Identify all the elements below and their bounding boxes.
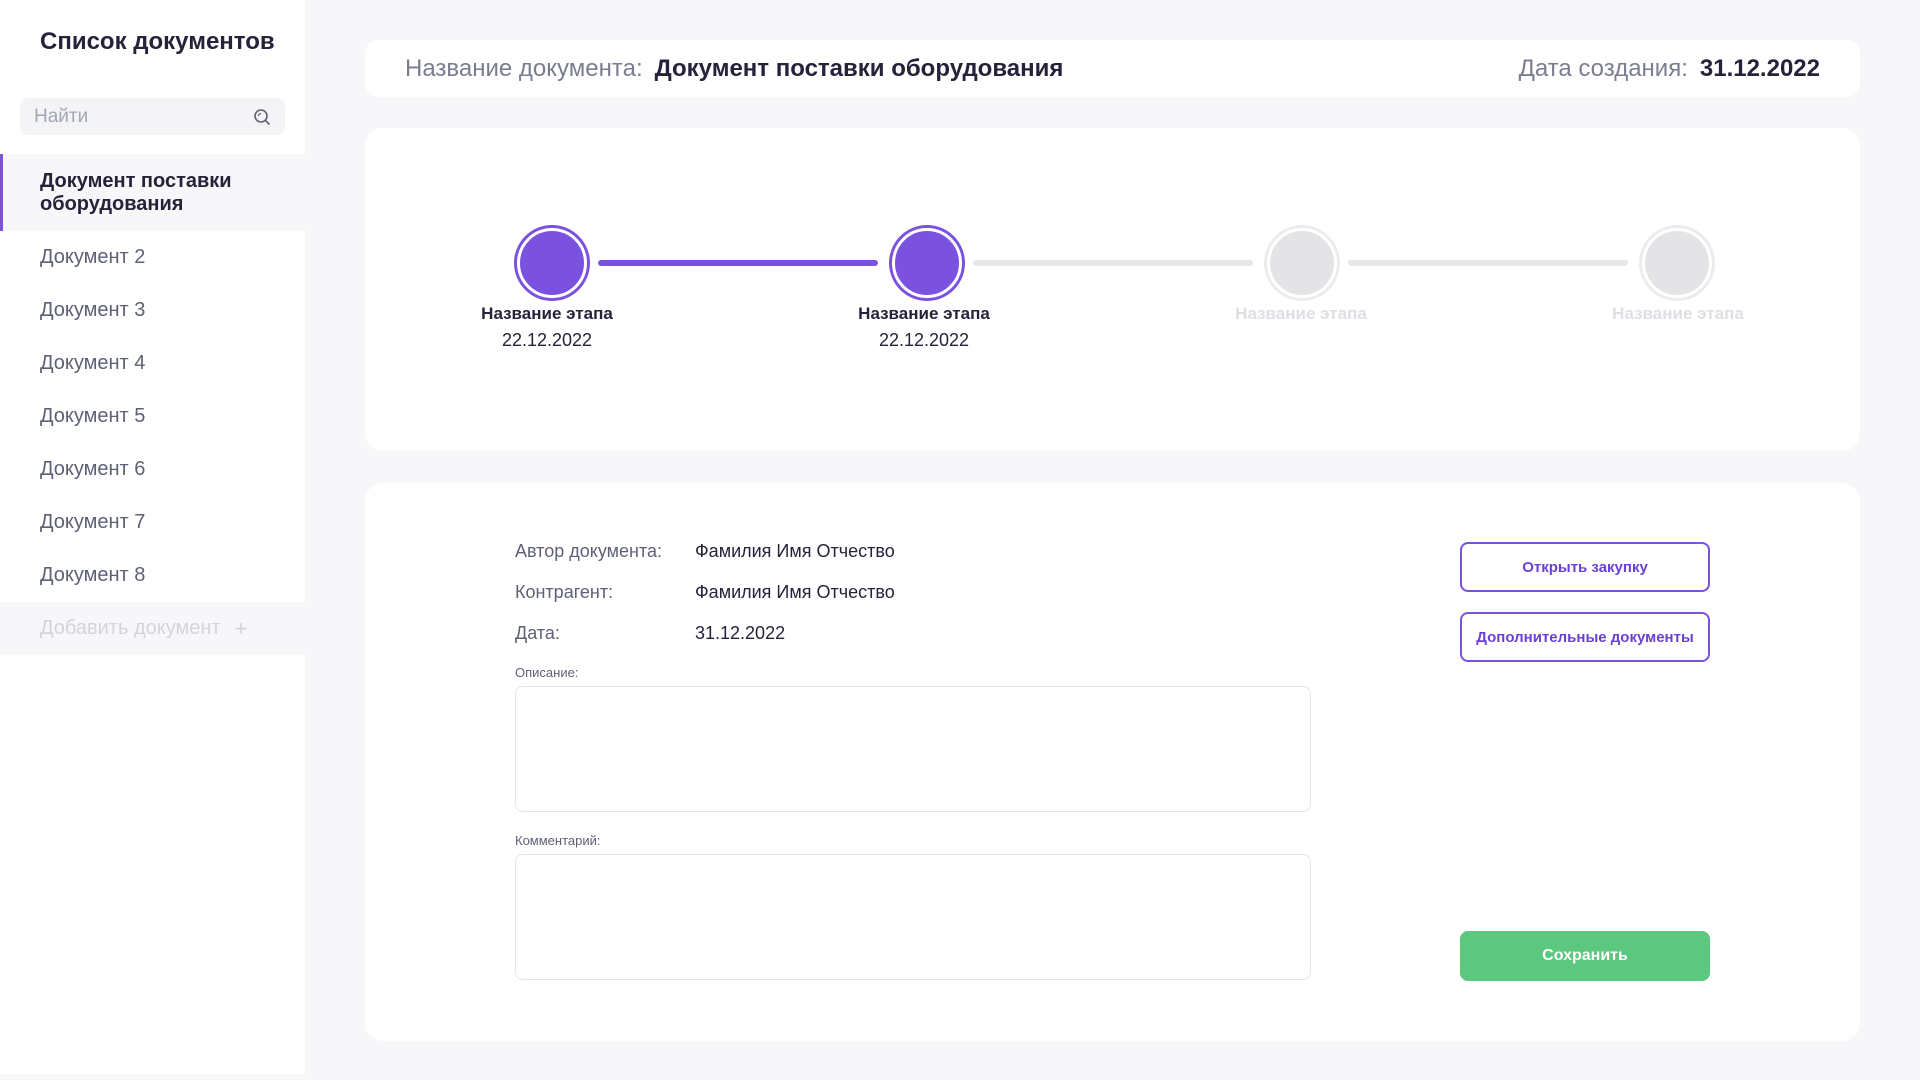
document-item[interactable]: Документ 3 xyxy=(0,284,305,337)
creation-date-label: Дата создания: xyxy=(1518,54,1688,82)
stage-4-label: Название этапа xyxy=(1612,304,1744,323)
document-item[interactable]: Документ 5 xyxy=(0,390,305,443)
stepper-connector-pending xyxy=(1348,260,1628,266)
comment-label: Комментарий: xyxy=(515,833,601,848)
add-document-button[interactable]: Добавить документ + xyxy=(0,602,305,655)
additional-documents-button[interactable]: Дополнительные документы xyxy=(1460,612,1710,662)
document-name-value: Документ поставки оборудования xyxy=(654,54,1064,82)
comment-field[interactable] xyxy=(515,854,1311,980)
date-row: Дата: 31.12.2022 xyxy=(515,623,785,644)
search-input[interactable] xyxy=(34,105,247,128)
date-label: Дата: xyxy=(515,623,560,643)
creation-date-group: Дата создания: 31.12.2022 xyxy=(1519,55,1820,83)
stepper-connector-done xyxy=(598,260,878,266)
plus-icon: + xyxy=(234,615,248,641)
stage-1-label: Название этапа xyxy=(481,304,613,323)
counterparty-row: Контрагент: Фамилия Имя Отчество xyxy=(515,582,895,603)
sidebar: Список документов Документ поставки обор… xyxy=(0,0,305,1074)
stage-3-marker[interactable] xyxy=(1267,228,1337,298)
stage-2-date: 22.12.2022 xyxy=(878,330,970,350)
document-item[interactable]: Документ 2 xyxy=(0,231,305,284)
stage-3-label: Название этапа xyxy=(1235,304,1367,323)
stepper-connector-pending xyxy=(973,260,1253,266)
document-details: Автор документа: Фамилия Имя Отчество Ко… xyxy=(365,483,1860,1041)
document-item[interactable]: Документ 7 xyxy=(0,496,305,549)
document-item[interactable]: Документ 8 xyxy=(0,549,305,602)
document-name-group: Название документа: Документ поставки об… xyxy=(405,55,1063,83)
stage-stepper: Название этапа 22.12.2022 Название этапа… xyxy=(365,128,1860,451)
counterparty-label: Контрагент: xyxy=(515,582,614,602)
stage-1-marker[interactable] xyxy=(517,228,587,298)
document-list: Документ поставки оборудования Документ … xyxy=(0,154,305,655)
document-header: Название документа: Документ поставки об… xyxy=(365,40,1860,97)
stage-4-marker[interactable] xyxy=(1642,228,1712,298)
stage-2-marker[interactable] xyxy=(892,228,962,298)
open-purchase-button[interactable]: Открыть закупку xyxy=(1460,542,1710,592)
counterparty-value: Фамилия Имя Отчество xyxy=(695,582,895,602)
search-box[interactable] xyxy=(20,98,285,135)
author-label: Автор документа: xyxy=(515,541,663,561)
save-button[interactable]: Сохранить xyxy=(1460,931,1710,981)
author-row: Автор документа: Фамилия Имя Отчество xyxy=(515,541,895,562)
creation-date-value: 31.12.2022 xyxy=(1699,54,1820,82)
date-value: 31.12.2022 xyxy=(695,623,786,643)
stage-1-date: 22.12.2022 xyxy=(501,330,593,350)
stage-2-label: Название этапа xyxy=(858,304,990,323)
document-item-active[interactable]: Документ поставки оборудования xyxy=(0,154,305,231)
document-item[interactable]: Документ 6 xyxy=(0,443,305,496)
description-label: Описание: xyxy=(515,665,579,680)
add-document-label: Добавить документ xyxy=(40,617,221,639)
author-value: Фамилия Имя Отчество xyxy=(695,541,895,561)
search-icon[interactable] xyxy=(253,108,271,126)
sidebar-title: Список документов xyxy=(40,28,275,55)
document-item[interactable]: Документ 4 xyxy=(0,337,305,390)
description-field[interactable] xyxy=(515,686,1311,812)
document-name-label: Название документа: xyxy=(405,54,643,82)
